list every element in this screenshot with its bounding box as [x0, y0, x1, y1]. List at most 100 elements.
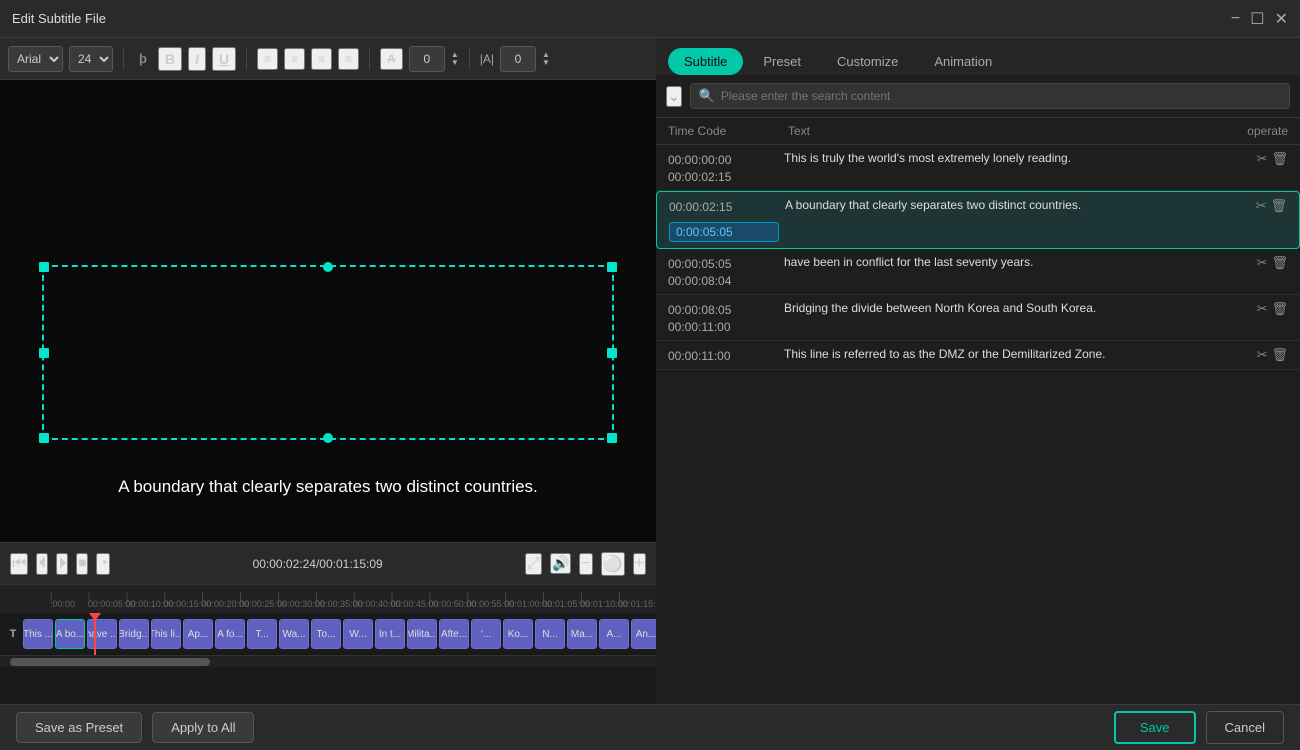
- minimize-button[interactable]: −: [1231, 9, 1240, 29]
- timeline-scrollbar-thumb[interactable]: [10, 658, 210, 666]
- clip[interactable]: Milita...: [407, 619, 437, 649]
- clip[interactable]: This li...: [151, 619, 181, 649]
- search-input[interactable]: [721, 89, 1281, 103]
- clip[interactable]: T...: [247, 619, 277, 649]
- ruler-mark: 00:00:50:00: [429, 599, 467, 609]
- track-clips[interactable]: This ... A bo... have ... Bridg... This …: [22, 617, 656, 651]
- stop-button[interactable]: ⏹: [76, 553, 88, 575]
- dropdown-button[interactable]: ⌄: [666, 86, 682, 107]
- handle-middle-left[interactable]: [39, 348, 49, 358]
- clip[interactable]: This ...: [23, 619, 53, 649]
- clip[interactable]: Afte...: [439, 619, 469, 649]
- clip[interactable]: An...: [631, 619, 656, 649]
- spacing-value-2: 0: [500, 46, 536, 72]
- clip[interactable]: '...: [471, 619, 501, 649]
- subtitle-overlay-text: A boundary that clearly separates two di…: [0, 477, 656, 497]
- clip[interactable]: Wa...: [279, 619, 309, 649]
- handle-middle-right[interactable]: [607, 348, 617, 358]
- clip[interactable]: Ko...: [503, 619, 533, 649]
- split-icon-2[interactable]: ✂: [1256, 198, 1267, 214]
- frame-back-button[interactable]: ⏴: [36, 553, 48, 575]
- save-preset-button[interactable]: Save as Preset: [16, 712, 142, 743]
- delete-icon-2[interactable]: 🗑: [1270, 198, 1287, 214]
- handle-bottom-right[interactable]: [607, 433, 617, 443]
- tab-animation[interactable]: Animation: [918, 48, 1008, 75]
- delete-icon-1[interactable]: 🗑: [1271, 151, 1288, 167]
- footer-right: Save Cancel: [1114, 711, 1284, 744]
- timeline-scrollbar[interactable]: [0, 655, 656, 667]
- subtitle-entry-2[interactable]: 00:00:02:15 A boundary that clearly sepa…: [656, 191, 1300, 249]
- split-icon-4[interactable]: ✂: [1257, 301, 1268, 317]
- clip[interactable]: Ap...: [183, 619, 213, 649]
- delete-icon-3[interactable]: 🗑: [1271, 255, 1288, 271]
- volume-button[interactable]: 🔊: [550, 553, 571, 574]
- save-button[interactable]: Save: [1114, 711, 1196, 744]
- spacing-arrows-2[interactable]: ▲ ▼: [542, 51, 550, 67]
- split-icon-3[interactable]: ✂: [1257, 255, 1268, 271]
- tab-subtitle[interactable]: Subtitle: [668, 48, 743, 75]
- handle-top-right[interactable]: [607, 262, 617, 272]
- subtitle-entry-1[interactable]: 00:00:00:00 This is truly the world's mo…: [656, 145, 1300, 191]
- font-family-select[interactable]: Arial: [8, 46, 63, 72]
- handle-top-center[interactable]: [323, 262, 333, 272]
- clip-active[interactable]: A bo...: [55, 619, 85, 649]
- step-back-button[interactable]: ⏮: [10, 553, 28, 575]
- settings-button[interactable]: ⚪: [601, 552, 625, 576]
- loop-button[interactable]: ◔: [96, 553, 110, 575]
- tab-customize[interactable]: Customize: [821, 48, 914, 75]
- clip[interactable]: N...: [535, 619, 565, 649]
- zoom-in-button[interactable]: +: [633, 553, 646, 575]
- align-left-button[interactable]: ≡: [284, 48, 305, 70]
- search-area: ⌄ 🔍: [656, 75, 1300, 118]
- clip[interactable]: To...: [311, 619, 341, 649]
- align-center-button[interactable]: ≡: [257, 48, 278, 70]
- italic-button[interactable]: I: [188, 47, 206, 71]
- search-icon: 🔍: [699, 88, 715, 104]
- delete-icon-5[interactable]: 🗑: [1271, 347, 1288, 363]
- split-icon-5[interactable]: ✂: [1257, 347, 1268, 363]
- clip[interactable]: A...: [599, 619, 629, 649]
- left-column: Arial 24 þ B I U ≡ ≡ ≡ ≡ A: [0, 38, 656, 704]
- subtitle-entry-4[interactable]: 00:00:08:05 Bridging the divide between …: [656, 295, 1300, 341]
- subtitle-bounding-box[interactable]: [42, 265, 614, 440]
- tab-preset[interactable]: Preset: [747, 48, 817, 75]
- handle-top-left[interactable]: [39, 262, 49, 272]
- entry-row-3: 00:00:05:05 have been in conflict for th…: [668, 255, 1288, 271]
- ruler-mark: 00:00:20:00: [202, 599, 240, 609]
- clip[interactable]: have ...: [87, 619, 117, 649]
- font-size-select[interactable]: 24: [69, 46, 113, 72]
- clip[interactable]: W...: [343, 619, 373, 649]
- subtitle-entry-5[interactable]: 00:00:11:00 This line is referred to as …: [656, 341, 1300, 370]
- entry-actions-1: ✂ 🗑: [1257, 151, 1288, 167]
- close-button[interactable]: ✕: [1275, 9, 1288, 29]
- timeline-track-row: T This ... A bo... have ... Bridg... Thi…: [0, 613, 656, 655]
- handle-bottom-left[interactable]: [39, 433, 49, 443]
- toolbar-divider-1: [123, 48, 124, 70]
- align-justify-button[interactable]: ≡: [338, 48, 359, 70]
- maximize-button[interactable]: ☐: [1250, 9, 1264, 29]
- cancel-button[interactable]: Cancel: [1206, 711, 1284, 744]
- time-edit-input-2[interactable]: [669, 222, 779, 242]
- align-right-button[interactable]: ≡: [311, 48, 332, 70]
- underline-button[interactable]: U: [212, 47, 236, 71]
- bold-button[interactable]: B: [158, 47, 182, 71]
- clip[interactable]: A fo...: [215, 619, 245, 649]
- clip[interactable]: Ma...: [567, 619, 597, 649]
- zoom-out-button[interactable]: −: [579, 553, 592, 575]
- clip[interactable]: Bridg...: [119, 619, 149, 649]
- play-button[interactable]: ⏵: [56, 553, 68, 575]
- handle-bottom-center[interactable]: [323, 433, 333, 443]
- ruler-marks: :00:00 00:00:05:00 00:00:10:00 00:00:15:…: [0, 599, 656, 609]
- split-icon-1[interactable]: ✂: [1257, 151, 1268, 167]
- delete-icon-4[interactable]: 🗑: [1271, 301, 1288, 317]
- subtitle-list[interactable]: 00:00:00:00 This is truly the world's mo…: [656, 145, 1300, 704]
- spacing-arrows-1[interactable]: ▲ ▼: [451, 51, 459, 67]
- entry-timecode-5: 00:00:11:00: [668, 347, 778, 363]
- spacing-down-arrow-2[interactable]: ▼: [542, 59, 550, 67]
- apply-to-all-button[interactable]: Apply to All: [152, 712, 254, 743]
- strikethrough-button[interactable]: A: [380, 48, 403, 70]
- clip[interactable]: In t...: [375, 619, 405, 649]
- spacing-down-arrow-1[interactable]: ▼: [451, 59, 459, 67]
- fullscreen-button[interactable]: ⤢: [525, 553, 542, 575]
- subtitle-entry-3[interactable]: 00:00:05:05 have been in conflict for th…: [656, 249, 1300, 295]
